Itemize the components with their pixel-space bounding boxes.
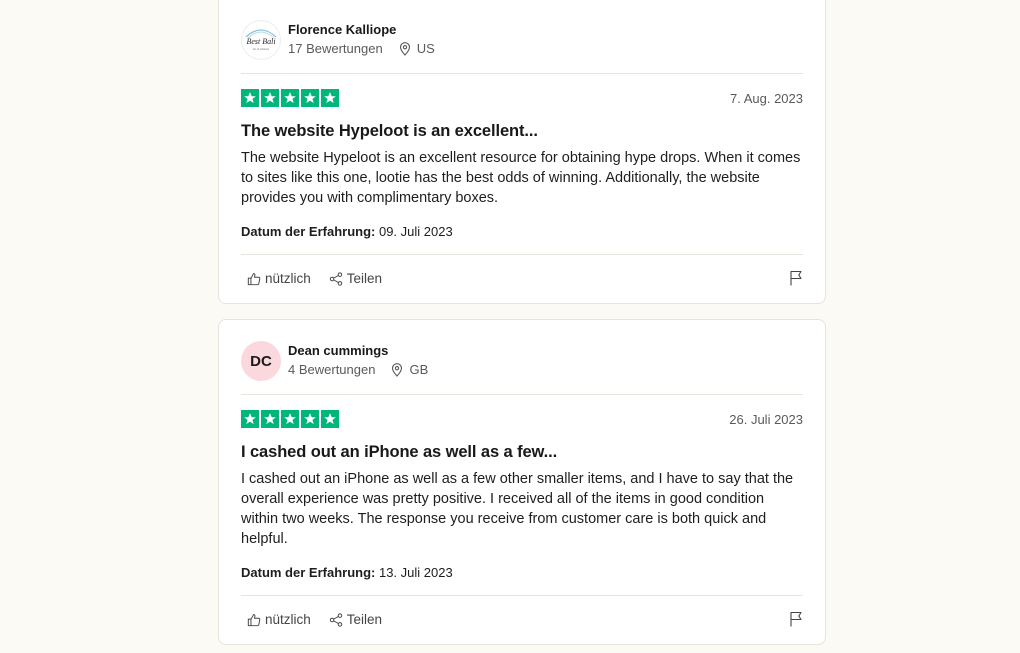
location-pin-icon	[391, 362, 403, 377]
avatar[interactable]: Best Bali Art of Lifestyle	[241, 20, 281, 60]
review-card: Best Bali Art of Lifestyle Florence Kall…	[218, 0, 826, 304]
useful-button[interactable]: nützlich	[247, 612, 311, 627]
divider	[241, 394, 803, 395]
share-icon	[329, 612, 343, 627]
reviewer-name[interactable]: Florence Kalliope	[288, 22, 396, 37]
share-button[interactable]: Teilen	[329, 271, 382, 286]
divider	[241, 595, 803, 596]
star-icon	[241, 89, 259, 107]
star-rating	[241, 410, 339, 428]
logo-subtext: Art of Lifestyle	[253, 47, 270, 51]
review-body: The website Hypeloot is an excellent res…	[241, 150, 801, 206]
flag-icon[interactable]	[789, 611, 803, 632]
reviewer-meta: 4 Bewertungen GB	[288, 362, 428, 377]
flag-icon[interactable]	[789, 270, 803, 291]
review-actions: nützlich Teilen	[247, 612, 382, 627]
review-title[interactable]: I cashed out an iPhone as well as a few.…	[241, 443, 803, 462]
review-date: 7. Aug. 2023	[729, 91, 803, 106]
star-icon	[241, 410, 259, 428]
review-card: DC Dean cummings 4 Bewertungen GB 26. Ju…	[218, 319, 826, 645]
avatar[interactable]: DC	[241, 341, 281, 381]
useful-label: nützlich	[265, 271, 311, 286]
review-date: 26. Juli 2023	[729, 412, 803, 427]
divider	[241, 254, 803, 255]
useful-label: nützlich	[265, 612, 311, 627]
reviewer-header: Best Bali Art of Lifestyle Florence Kall…	[241, 20, 803, 70]
star-icon	[261, 410, 279, 428]
star-rating	[241, 89, 339, 107]
location-pin-icon	[399, 41, 411, 56]
reviewer-meta: 17 Bewertungen US	[288, 41, 435, 56]
star-icon	[261, 89, 279, 107]
star-icon	[301, 410, 319, 428]
share-button[interactable]: Teilen	[329, 612, 382, 627]
brand-logo: Best Bali Art of Lifestyle	[245, 29, 277, 51]
star-icon	[281, 89, 299, 107]
logo-text: Best Bali	[246, 37, 275, 46]
experience-label: Datum der Erfahrung:	[241, 565, 376, 580]
reviewer-country: GB	[409, 362, 429, 377]
thumbs-up-icon	[247, 272, 261, 286]
star-icon	[321, 89, 339, 107]
reviewer-name[interactable]: Dean cummings	[288, 343, 388, 358]
reviewer-country: US	[416, 41, 435, 56]
review-body: I cashed out an iPhone as well as a few …	[241, 471, 794, 547]
review-title[interactable]: The website Hypeloot is an excellent...	[241, 122, 803, 141]
experience-date: Datum der Erfahrung: 13. Juli 2023	[241, 565, 453, 580]
thumbs-up-icon	[247, 613, 261, 627]
star-icon	[301, 89, 319, 107]
experience-date: Datum der Erfahrung: 09. Juli 2023	[241, 224, 453, 239]
star-icon	[281, 410, 299, 428]
reviewer-header: DC Dean cummings 4 Bewertungen GB	[241, 341, 803, 391]
share-icon	[329, 271, 343, 286]
experience-value: 09. Juli 2023	[378, 224, 453, 239]
review-count: 17 Bewertungen	[288, 41, 383, 56]
share-label: Teilen	[346, 271, 383, 286]
share-label: Teilen	[346, 612, 383, 627]
experience-value: 13. Juli 2023	[378, 565, 453, 580]
review-actions: nützlich Teilen	[247, 271, 382, 286]
star-icon	[321, 410, 339, 428]
experience-label: Datum der Erfahrung:	[241, 224, 376, 239]
useful-button[interactable]: nützlich	[247, 271, 311, 286]
divider	[241, 73, 803, 74]
review-count: 4 Bewertungen	[288, 362, 376, 377]
